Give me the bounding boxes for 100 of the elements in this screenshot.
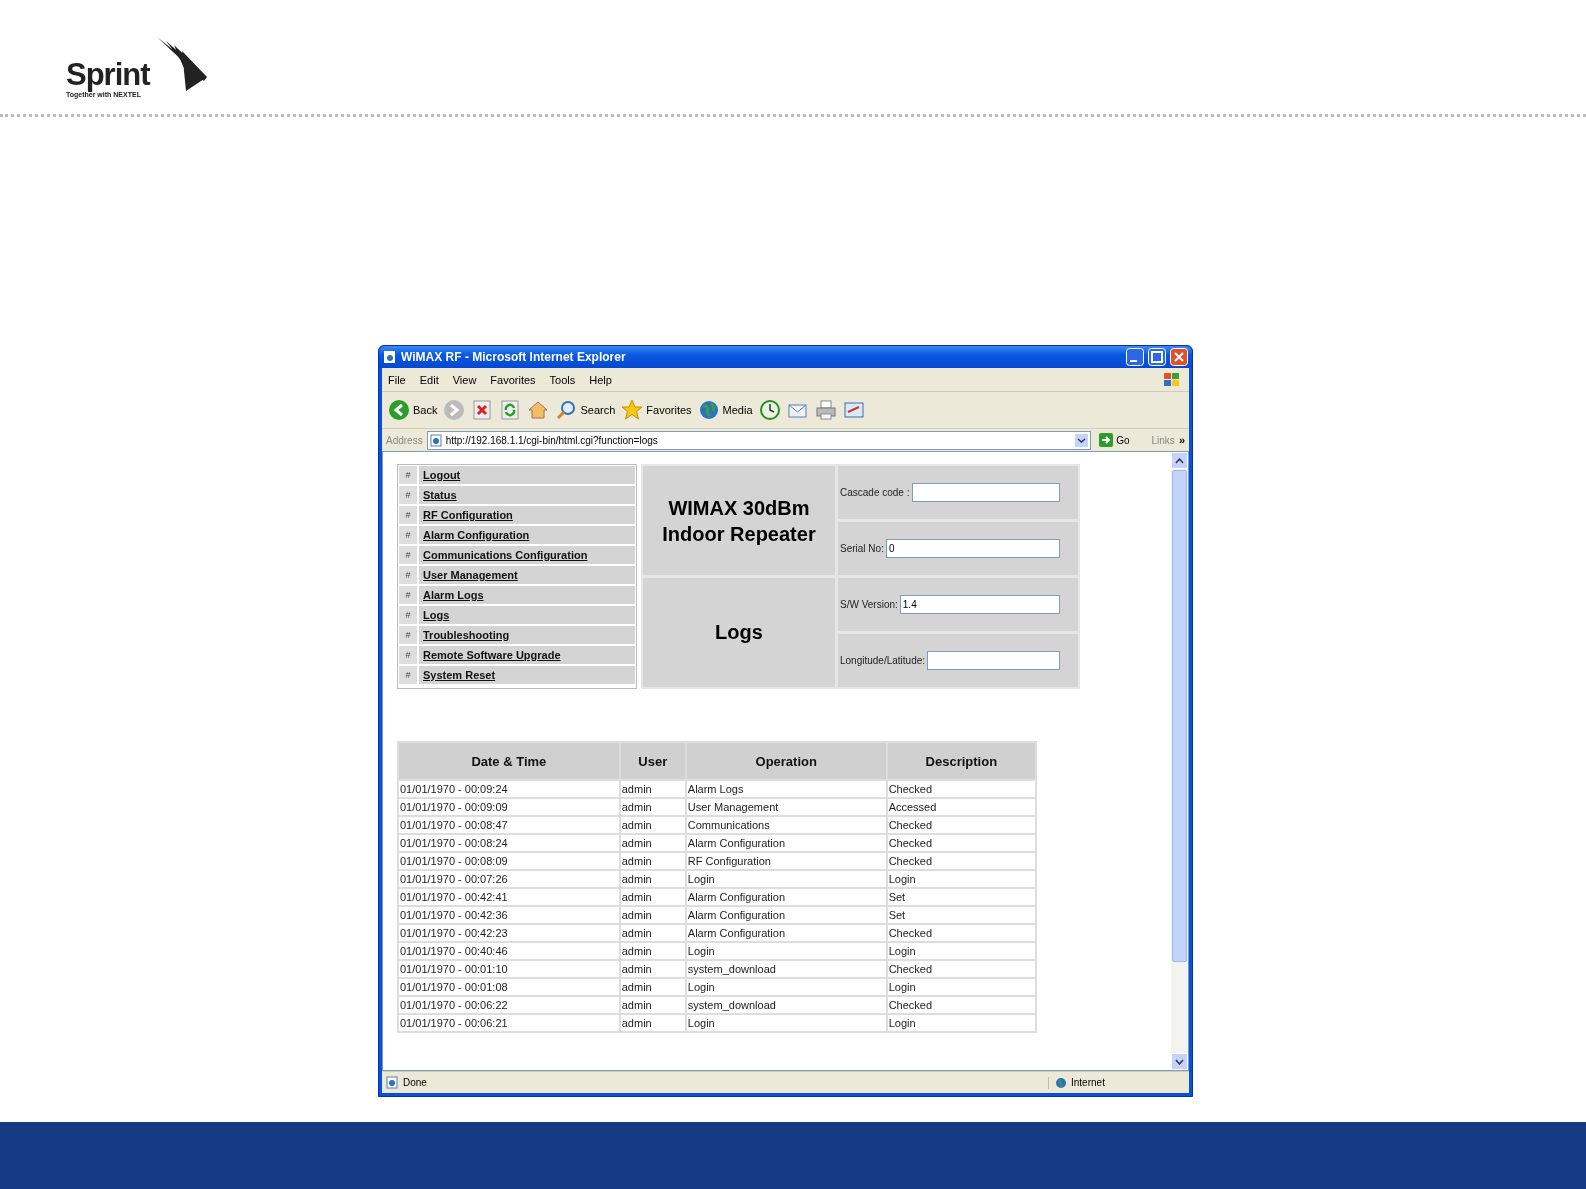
menu-item[interactable]: View: [452, 373, 477, 386]
table-cell: Alarm Logs: [686, 781, 886, 797]
favorites-button[interactable]: Favorites: [621, 399, 692, 421]
nav-marker: #: [399, 506, 417, 524]
print-button[interactable]: [814, 399, 837, 421]
table-cell: admin: [620, 943, 685, 959]
table-cell: Accessed: [887, 799, 1035, 815]
table-cell: Alarm Configuration: [686, 907, 886, 923]
table-cell: system_download: [686, 997, 886, 1013]
home-button[interactable]: [527, 399, 550, 421]
close-icon[interactable]: [1170, 348, 1188, 366]
star-icon: [621, 399, 644, 421]
nav-link[interactable]: Logout: [419, 466, 635, 484]
text-field[interactable]: 1.4: [899, 595, 1060, 614]
menu-item[interactable]: Edit: [419, 373, 439, 386]
table-cell: 01/01/1970 - 00:40:46: [399, 943, 619, 959]
refresh-button[interactable]: [499, 399, 522, 421]
address-field[interactable]: http://192.168.1.1/cgi-bin/html.cgi?function=logs: [426, 430, 1092, 450]
table-cell: Login: [887, 871, 1035, 887]
field-label: Longitude/Latitude:: [840, 655, 926, 666]
nav-marker: #: [399, 466, 417, 484]
table-cell: Alarm Configuration: [686, 835, 886, 851]
document-icon: [842, 399, 865, 421]
media-button[interactable]: Media: [697, 399, 753, 421]
table-cell: 01/01/1970 - 00:42:36: [399, 907, 619, 923]
more-chevron[interactable]: »: [1178, 434, 1185, 446]
menu-item[interactable]: Help: [589, 373, 612, 386]
table-cell: admin: [620, 997, 685, 1013]
table-cell: 01/01/1970 - 00:06:21: [399, 1015, 619, 1031]
table-cell: admin: [620, 961, 685, 977]
table-cell: 01/01/1970 - 00:08:47: [399, 817, 619, 833]
table-cell: Login: [686, 943, 886, 959]
minimize-icon[interactable]: [1126, 348, 1144, 366]
back-button[interactable]: Back: [388, 399, 438, 421]
stop-button[interactable]: [471, 399, 494, 421]
table-cell: admin: [620, 889, 685, 905]
table-cell: Checked: [887, 925, 1035, 941]
nav-link[interactable]: Remote Software Upgrade: [419, 646, 635, 664]
nav-marker: #: [399, 586, 417, 604]
nav-link[interactable]: Communications Configuration: [419, 546, 635, 564]
table-cell: admin: [620, 817, 685, 833]
search-button[interactable]: Search: [555, 399, 616, 421]
menu-item[interactable]: Tools: [549, 373, 576, 386]
home-icon: [527, 399, 550, 421]
table-cell: admin: [620, 907, 685, 923]
nav-marker: #: [399, 486, 417, 504]
table-cell: 01/01/1970 - 00:09:24: [399, 781, 619, 797]
table-cell: admin: [620, 853, 685, 869]
nav-link[interactable]: Logs: [419, 606, 635, 624]
column-header: Operation: [686, 743, 886, 779]
nav-link[interactable]: Alarm Logs: [419, 586, 635, 604]
address-label: Address: [386, 434, 423, 446]
nav-link[interactable]: Status: [419, 486, 635, 504]
table-cell: User Management: [686, 799, 886, 815]
go-button[interactable]: Go: [1095, 433, 1134, 447]
dropdown-caret-icon[interactable]: [1075, 433, 1089, 447]
table-cell: Alarm Configuration: [686, 925, 886, 941]
text-field[interactable]: 0: [885, 539, 1060, 558]
menu-item[interactable]: File: [388, 373, 406, 386]
text-field[interactable]: [927, 651, 1060, 670]
printer-icon: [814, 399, 837, 421]
window-title: WiMAX RF - Microsoft Internet Explorer: [401, 350, 627, 364]
table-cell: admin: [620, 979, 685, 995]
column-header: User: [620, 743, 685, 779]
field-label: Serial No:: [840, 543, 884, 554]
column-header: Date & Time: [399, 743, 619, 779]
table-cell: Alarm Configuration: [686, 889, 886, 905]
table-cell: Checked: [887, 781, 1035, 797]
nav-marker: #: [399, 546, 417, 564]
scrollbar[interactable]: [1171, 452, 1188, 1070]
nav-marker: #: [399, 646, 417, 664]
history-button[interactable]: [758, 399, 781, 421]
table-cell: 01/01/1970 - 00:42:23: [399, 925, 619, 941]
nav-link[interactable]: RF Configuration: [419, 506, 635, 524]
clock-icon: [758, 399, 781, 421]
table-cell: admin: [620, 871, 685, 887]
refresh-icon: [499, 399, 522, 421]
menu-item[interactable]: Favorites: [490, 373, 536, 386]
table-cell: Login: [686, 979, 886, 995]
nav-marker: #: [399, 606, 417, 624]
column-header: Description: [887, 743, 1035, 779]
table-cell: admin: [620, 781, 685, 797]
table-cell: Login: [887, 979, 1035, 995]
table-cell: Checked: [887, 817, 1035, 833]
table-cell: 01/01/1970 - 00:01:10: [399, 961, 619, 977]
arrow-icon: [1099, 433, 1114, 447]
table-cell: 01/01/1970 - 00:08:09: [399, 853, 619, 869]
maximize-icon[interactable]: [1148, 348, 1166, 366]
table-cell: Set: [887, 889, 1035, 905]
field-label: Cascade code :: [840, 487, 910, 498]
nav-marker: #: [399, 666, 417, 684]
edit-button[interactable]: [842, 399, 865, 421]
nav-link[interactable]: Troubleshooting: [419, 626, 635, 644]
nav-link[interactable]: System Reset: [419, 666, 635, 684]
nav-link[interactable]: Alarm Configuration: [419, 526, 635, 544]
page-icon: [383, 350, 397, 364]
nav-link[interactable]: User Management: [419, 566, 635, 584]
text-field[interactable]: [911, 483, 1060, 502]
table-cell: admin: [620, 1015, 685, 1031]
table-cell: 01/01/1970 - 00:06:22: [399, 997, 619, 1013]
